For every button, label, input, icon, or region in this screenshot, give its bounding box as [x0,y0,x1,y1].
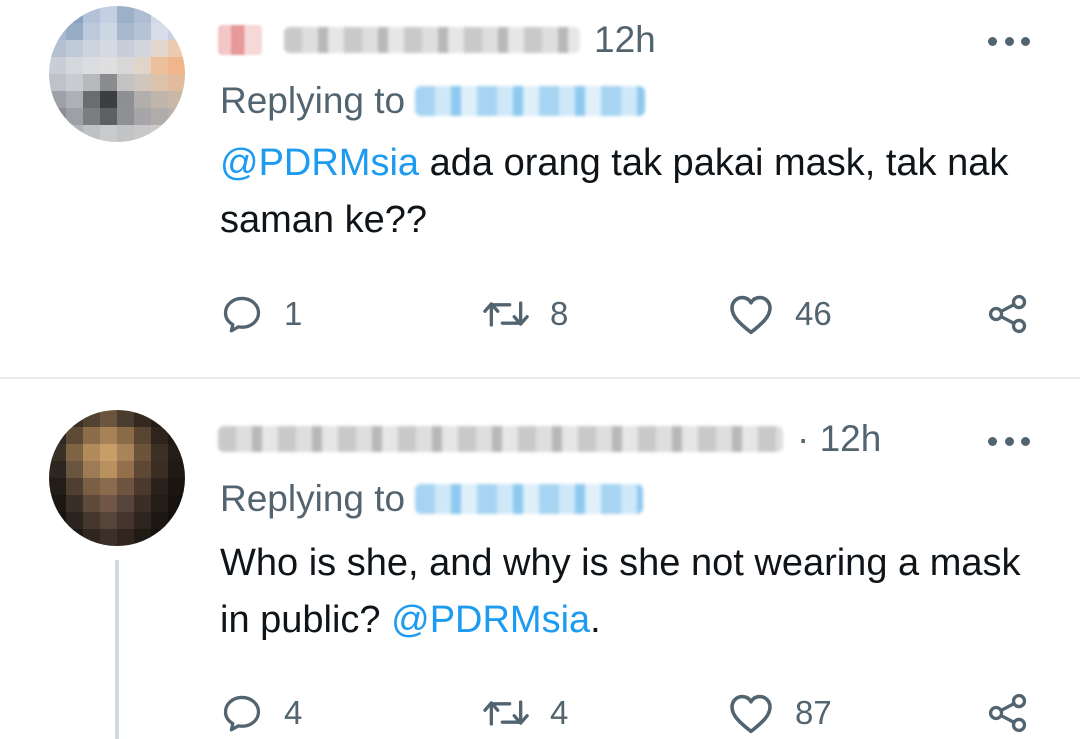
replying-to: Replying to [220,80,646,122]
reply-icon [223,695,261,732]
like-button[interactable]: 46 [727,289,832,339]
tweet-header: · 12h [218,417,881,461]
share-icon [988,294,1027,334]
timestamp[interactable]: 12h [594,19,656,61]
tweet-text-end: . [590,599,601,641]
share-icon [988,693,1027,733]
mention-link[interactable]: @PDRMsia [391,599,590,641]
replying-label: Replying to [220,80,406,121]
more-icon[interactable] [988,31,1030,51]
share-button[interactable] [986,688,1030,738]
retweet-count: 4 [550,694,569,731]
tweet-header: 12h [218,18,656,62]
share-button[interactable] [986,289,1030,339]
avatar-image [49,6,185,142]
replying-handle-redacted[interactable] [415,86,646,116]
avatar-image [49,410,185,546]
display-name-emoji [218,25,262,55]
retweet-button[interactable]: 4 [482,688,568,738]
reply-count: 4 [284,694,303,731]
reply-button[interactable]: 1 [220,289,302,339]
reply-icon [223,296,261,333]
tweet[interactable]: · 12h Replying to Who is she, and why is… [0,378,1080,739]
like-count: 46 [795,295,832,332]
avatar[interactable] [49,410,185,546]
replying-to: Replying to [220,478,644,520]
replying-handle-redacted[interactable] [415,484,644,514]
like-count: 87 [795,694,832,731]
heart-icon [730,694,772,734]
tweet-actions: 4 4 87 [0,688,1080,738]
mention-link[interactable]: @PDRMsia [220,142,419,184]
retweet-icon [483,301,529,327]
more-icon[interactable] [988,431,1030,451]
tweet-text-content: Who is she, and why is she not wearing a… [220,542,1021,641]
heart-icon [730,295,772,335]
tweet-text: Who is she, and why is she not wearing a… [220,535,1040,649]
display-name-redacted[interactable] [284,27,580,53]
tweet-text: @PDRMsia ada orang tak pakai mask, tak n… [220,135,1040,249]
tweet[interactable]: 12h Replying to @PDRMsia ada orang tak p… [0,0,1080,378]
replying-label: Replying to [220,478,406,519]
retweet-count: 8 [550,295,569,332]
tweet-actions: 1 8 46 [0,289,1080,339]
avatar[interactable] [49,6,185,142]
reply-count: 1 [284,295,303,332]
retweet-button[interactable]: 8 [482,289,568,339]
like-button[interactable]: 87 [727,688,832,738]
display-name-redacted[interactable] [218,426,783,452]
retweet-icon [483,700,529,726]
timestamp[interactable]: · 12h [797,418,881,460]
reply-button[interactable]: 4 [220,688,302,738]
